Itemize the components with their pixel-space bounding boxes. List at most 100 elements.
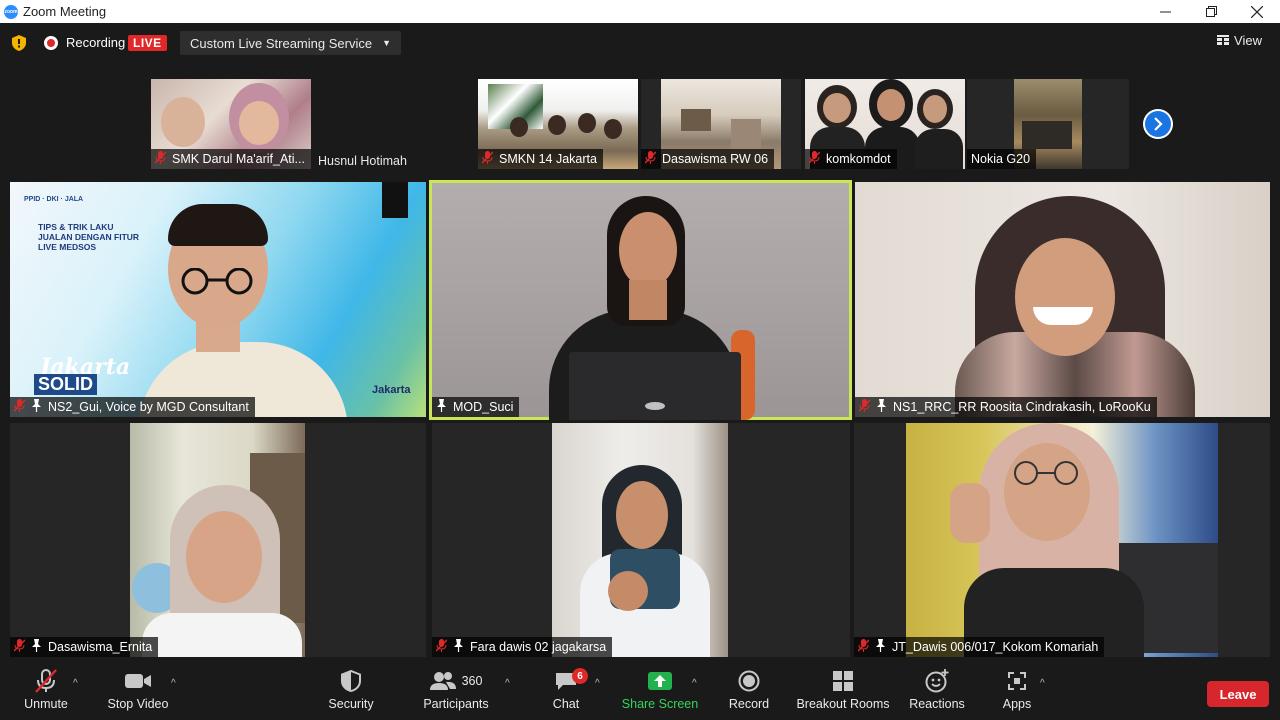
- share-options-caret-icon[interactable]: ^: [692, 678, 697, 689]
- restore-button[interactable]: [1188, 0, 1234, 23]
- pin-icon: [875, 639, 886, 655]
- unmute-button[interactable]: Unmute: [1, 664, 91, 720]
- audio-options-caret-icon[interactable]: ^: [73, 678, 78, 689]
- live-badge: LIVE: [128, 35, 167, 51]
- participant-name-label: JT_Dawis 006/017_Kokom Komariah: [854, 637, 1105, 657]
- video-tile[interactable]: Fara dawis 02 jagakarsa: [432, 423, 850, 657]
- recording-label[interactable]: Recording: [66, 35, 125, 50]
- muted-mic-icon: [808, 151, 821, 167]
- participant-name-label: SMK Darul Ma'arif_Ati...: [151, 149, 311, 169]
- meeting-toolbar: Unmute ^ Stop Video ^ Security 360 Parti…: [0, 664, 1280, 720]
- participant-name-label: SMKN 14 Jakarta: [478, 149, 603, 169]
- breakout-rooms-label: Breakout Rooms: [796, 697, 890, 711]
- participant-name: Dasawisma RW 06: [662, 152, 769, 166]
- share-screen-label: Share Screen: [621, 697, 699, 711]
- video-tile[interactable]: Dasawisma_Ernita: [10, 423, 426, 657]
- reactions-smiley-icon: [925, 664, 949, 698]
- thumbnail-tile[interactable]: Dasawisma RW 06: [641, 79, 801, 169]
- participant-name: SMK Darul Ma'arif_Ati...: [172, 152, 305, 166]
- participants-button[interactable]: 360 Participants: [411, 664, 501, 720]
- security-shield-icon: [341, 664, 361, 698]
- meeting-top-bar: Recording LIVE Custom Live Streaming Ser…: [0, 23, 1280, 63]
- participant-name-label: NS1_RRC_RR Roosita Cindrakasih, LoRooKu: [855, 397, 1157, 417]
- video-tile[interactable]: JT_Dawis 006/017_Kokom Komariah: [854, 423, 1270, 657]
- apps-label: Apps: [1002, 697, 1032, 711]
- slide-title: TIPS & TRIK LAKU JUALAN DENGAN FITUR LIVE …: [38, 222, 140, 252]
- video-camera-icon: [124, 664, 152, 698]
- participant-name: Husnul Hotimah: [318, 154, 407, 168]
- chat-button[interactable]: 6 Chat: [521, 664, 611, 720]
- thumbnail-tile[interactable]: komkomdot: [805, 79, 965, 169]
- participant-name: komkomdot: [826, 152, 891, 166]
- reactions-button[interactable]: Reactions: [892, 664, 982, 720]
- security-shield-icon[interactable]: [12, 35, 26, 56]
- next-page-button[interactable]: [1143, 109, 1173, 139]
- video-tile[interactable]: PPID · DKI · JALA TIPS & TRIK LAKU JUALAN…: [10, 182, 426, 417]
- chat-bubble-icon: 6: [554, 664, 588, 698]
- muted-mic-icon: [644, 151, 657, 167]
- participant-name-label: Nokia G20: [967, 149, 1037, 169]
- muted-mic-icon: [435, 639, 448, 655]
- slide-brand: SOLID: [34, 374, 98, 395]
- share-screen-button[interactable]: Share Screen: [615, 664, 705, 720]
- security-label: Security: [328, 697, 374, 711]
- thumbnail-tile[interactable]: Nokia G20: [967, 79, 1129, 169]
- thumbnail-tile[interactable]: SMK Darul Ma'arif_Ati...: [151, 79, 311, 169]
- muted-mic-icon: [481, 151, 494, 167]
- live-stream-dropdown[interactable]: Custom Live Streaming Service ▼: [180, 31, 401, 55]
- pin-icon: [436, 399, 447, 415]
- pin-icon: [31, 639, 42, 655]
- minimize-icon: [1159, 11, 1171, 13]
- participant-name: Nokia G20: [971, 152, 1031, 166]
- zoom-logo-icon: zoom: [4, 4, 18, 19]
- participant-name: NS2_Gui, Voice by MGD Consultant: [48, 400, 249, 414]
- apps-button[interactable]: Apps: [972, 664, 1062, 720]
- close-icon: [1251, 5, 1263, 18]
- close-window-button[interactable]: [1234, 0, 1280, 23]
- active-speaker-tile[interactable]: MOD_Suci: [429, 180, 852, 420]
- stop-video-button[interactable]: Stop Video: [93, 664, 183, 720]
- chevron-down-icon: ▼: [382, 38, 391, 48]
- participant-name-label: komkomdot: [805, 149, 897, 169]
- breakout-rooms-icon: [832, 664, 854, 698]
- minimize-button[interactable]: [1142, 0, 1188, 23]
- participants-options-caret-icon[interactable]: ^: [505, 678, 510, 689]
- participant-name: Dasawisma_Ernita: [48, 640, 153, 654]
- participant-name: SMKN 14 Jakarta: [499, 152, 597, 166]
- title-bar: zoom Zoom Meeting: [0, 0, 1280, 23]
- participant-name: MOD_Suci: [453, 400, 514, 414]
- window-title: Zoom Meeting: [23, 4, 107, 19]
- participant-name-label: Dasawisma RW 06: [641, 149, 775, 169]
- view-button[interactable]: View: [1217, 33, 1262, 48]
- breakout-rooms-button[interactable]: Breakout Rooms: [796, 664, 890, 720]
- chevron-right-icon: [1154, 117, 1163, 131]
- participants-count: 360: [461, 674, 483, 688]
- chat-label: Chat: [552, 697, 580, 711]
- video-options-caret-icon[interactable]: ^: [171, 678, 176, 689]
- restore-icon: [1205, 6, 1217, 17]
- security-button[interactable]: Security: [306, 664, 396, 720]
- muted-mic-icon: [857, 639, 870, 655]
- apps-options-caret-icon[interactable]: ^: [1040, 678, 1045, 689]
- thumbnail-tile[interactable]: Husnul Hotimah: [312, 79, 472, 169]
- apps-icon: [1006, 664, 1028, 698]
- view-label: View: [1234, 33, 1262, 48]
- muted-mic-icon: [858, 399, 871, 415]
- grid-view-icon: [1217, 35, 1230, 45]
- muted-mic-icon: [13, 639, 26, 655]
- participant-name: NS1_RRC_RR Roosita Cindrakasih, LoRooKu: [893, 400, 1151, 414]
- muted-microphone-icon: [33, 664, 59, 698]
- chat-options-caret-icon[interactable]: ^: [595, 678, 600, 689]
- recording-icon: [44, 36, 58, 50]
- record-icon: [738, 664, 760, 698]
- stop-video-label: Stop Video: [107, 697, 169, 711]
- record-button[interactable]: Record: [704, 664, 794, 720]
- participant-name-label: NS2_Gui, Voice by MGD Consultant: [10, 397, 255, 417]
- leave-button[interactable]: Leave: [1207, 681, 1269, 707]
- thumbnail-tile[interactable]: SMKN 14 Jakarta: [478, 79, 638, 169]
- muted-mic-icon: [13, 399, 26, 415]
- video-tile[interactable]: NS1_RRC_RR Roosita Cindrakasih, LoRooKu: [855, 182, 1270, 417]
- chat-unread-badge: 6: [572, 668, 588, 684]
- share-screen-icon: [647, 664, 673, 698]
- participants-icon: 360: [429, 664, 483, 698]
